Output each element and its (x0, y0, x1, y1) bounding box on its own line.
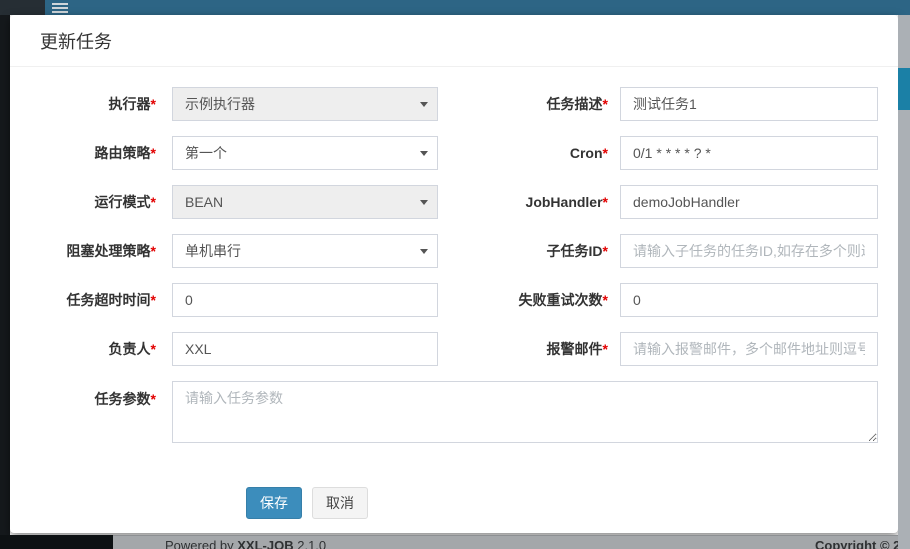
jobhandler-label: JobHandler (438, 194, 620, 210)
powered-by-text: Powered by XXL-JOB 2.1.0 (165, 537, 326, 549)
route-strategy-select[interactable]: 第一个 (172, 136, 438, 170)
sidebar-edge (0, 15, 10, 549)
child-jobid-label: 子任务ID (438, 241, 620, 261)
fail-retry-input[interactable] (620, 283, 878, 317)
required-asterisk (603, 96, 608, 112)
scrollbar-thumb[interactable] (898, 68, 910, 110)
brand-text: XXL-JOB (237, 538, 293, 549)
save-button[interactable]: 保存 (246, 487, 302, 519)
hamburger-menu-icon[interactable] (52, 3, 68, 15)
required-asterisk (603, 243, 608, 259)
top-navbar (0, 0, 910, 15)
child-jobid-input[interactable] (620, 234, 878, 268)
author-input[interactable] (172, 332, 438, 366)
alarm-email-label: 报警邮件 (438, 339, 620, 359)
block-strategy-select[interactable]: 单机串行 (172, 234, 438, 268)
page-footer: Powered by XXL-JOB 2.1.0 Copyright © 2 (113, 535, 910, 549)
required-asterisk (151, 96, 156, 112)
required-asterisk (151, 391, 156, 407)
executor-select[interactable]: 示例执行器 (172, 87, 438, 121)
required-asterisk (151, 145, 156, 161)
required-asterisk (151, 243, 156, 259)
caret-down-icon (420, 151, 428, 156)
modal-header: 更新任务 (10, 15, 898, 67)
sidebar-logo-area (0, 0, 45, 15)
caret-down-icon (420, 249, 428, 254)
glue-type-label: 运行模式 (40, 192, 172, 212)
author-label: 负责人 (40, 339, 172, 359)
scrollbar[interactable] (898, 15, 910, 549)
executor-label: 执行器 (40, 94, 172, 114)
timeout-input[interactable] (172, 283, 438, 317)
required-asterisk (603, 194, 608, 210)
required-asterisk (603, 341, 608, 357)
update-job-modal: 更新任务 执行器 示例执行器 任务描述 路由策略 第一个 (10, 15, 898, 533)
route-strategy-label: 路由策略 (40, 143, 172, 163)
required-asterisk (151, 341, 156, 357)
sidebar-bottom (0, 535, 113, 549)
copyright-text: Copyright © 2 (815, 537, 900, 549)
job-desc-input[interactable] (620, 87, 878, 121)
job-param-label: 任务参数 (40, 381, 172, 409)
timeout-label: 任务超时时间 (40, 290, 172, 310)
cancel-button[interactable]: 取消 (312, 487, 368, 519)
alarm-email-input[interactable] (620, 332, 878, 366)
required-asterisk (151, 292, 156, 308)
required-asterisk (151, 194, 156, 210)
modal-body: 执行器 示例执行器 任务描述 路由策略 第一个 Cron (10, 67, 898, 519)
required-asterisk (603, 145, 608, 161)
caret-down-icon (420, 200, 428, 205)
fail-retry-label: 失败重试次数 (438, 290, 620, 310)
job-desc-label: 任务描述 (438, 94, 620, 114)
block-strategy-label: 阻塞处理策略 (40, 241, 172, 261)
glue-type-select[interactable]: BEAN (172, 185, 438, 219)
cron-input[interactable] (620, 136, 878, 170)
caret-down-icon (420, 102, 428, 107)
jobhandler-input[interactable] (620, 185, 878, 219)
required-asterisk (603, 292, 608, 308)
job-param-textarea[interactable] (172, 381, 878, 443)
modal-title: 更新任务 (40, 28, 878, 54)
cron-label: Cron (438, 145, 620, 161)
